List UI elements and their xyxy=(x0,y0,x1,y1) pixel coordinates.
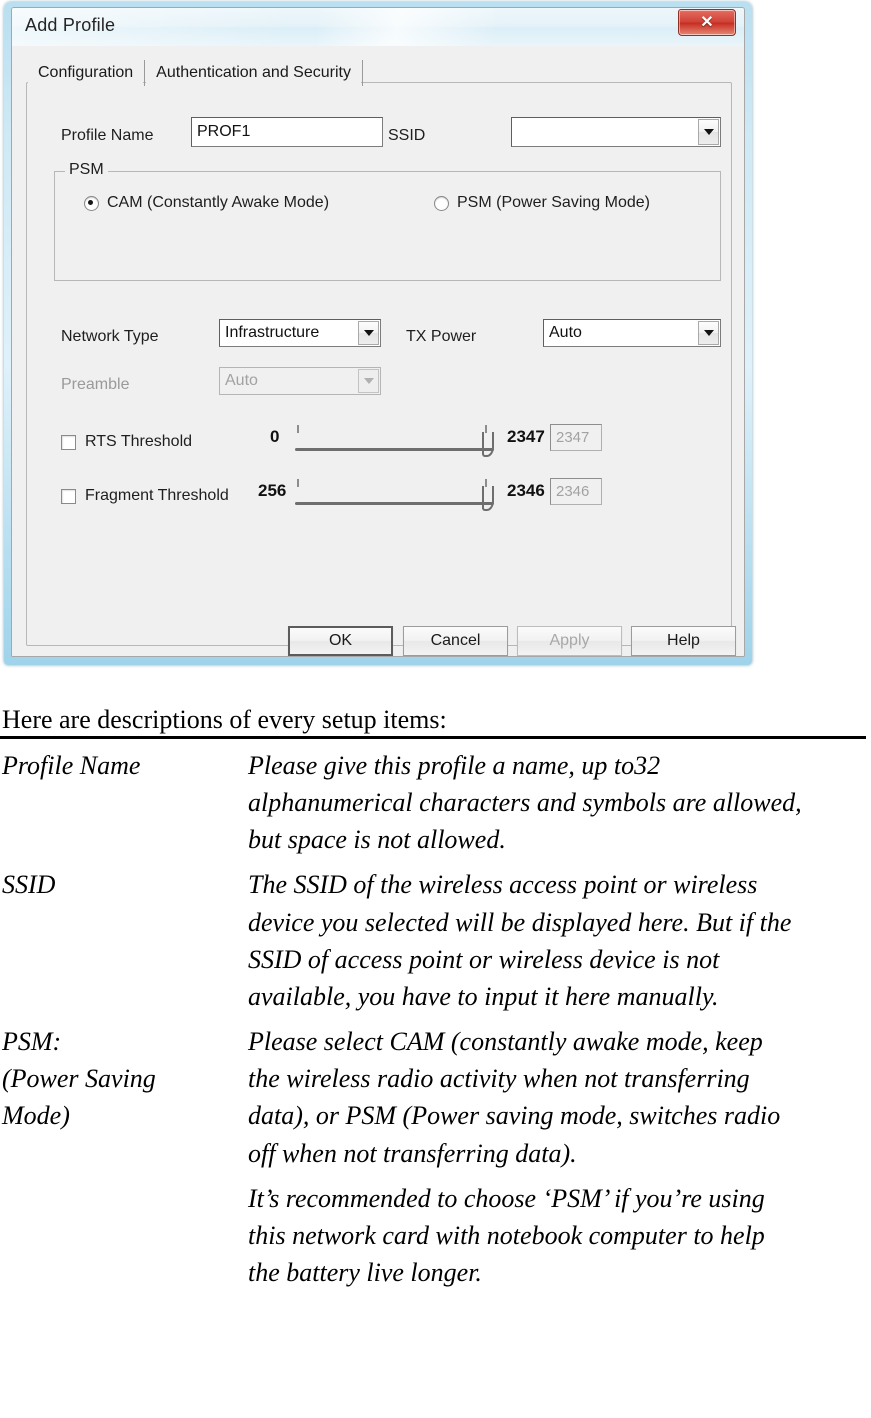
tab-authentication-and-security[interactable]: Authentication and Security xyxy=(146,61,361,88)
description-text-line: but space is not allowed. xyxy=(248,825,506,855)
description-term-line: Profile Name xyxy=(2,750,141,780)
description-term-line: (Power Saving xyxy=(2,1064,156,1094)
cancel-button[interactable]: Cancel xyxy=(403,626,508,656)
slider-tick-left xyxy=(297,479,299,487)
description-text-line: SSID of access point or wireless device … xyxy=(248,944,720,974)
chevron-down-icon[interactable] xyxy=(358,321,379,345)
description-term-line: Mode) xyxy=(2,1101,70,1131)
dialog-client-area: Configuration Authentication and Securit… xyxy=(12,46,744,656)
description-row: PSM: (Power Saving Mode) Please select CAM … xyxy=(0,1023,871,1172)
description-text-line: this network card with notebook computer… xyxy=(248,1220,765,1250)
description-text-line: device you selected will be displayed he… xyxy=(248,907,792,937)
description-text: Please select CAM (constantly awake mode… xyxy=(248,1023,871,1172)
network-type-value: Infrastructure xyxy=(225,324,320,341)
description-term: SSID xyxy=(0,866,248,903)
description-row: Profile Name Please give this profile a n… xyxy=(0,747,871,859)
description-text-line: Please select CAM (constantly awake mode… xyxy=(248,1027,763,1057)
fragment-threshold-slider[interactable] xyxy=(295,477,494,511)
description-text: It’s recommended to choose ‘PSM’ if you’… xyxy=(248,1180,871,1292)
chevron-down-icon[interactable] xyxy=(698,321,719,345)
tab-separator-2 xyxy=(361,60,363,86)
rts-min-value: 0 xyxy=(270,427,280,446)
radio-cam-icon xyxy=(84,195,99,211)
checkbox-icon xyxy=(61,434,76,450)
rts-threshold-label: RTS Threshold xyxy=(85,433,193,450)
slider-thumb[interactable] xyxy=(482,432,494,457)
description-text: The SSID of the wireless access point or… xyxy=(248,866,871,1015)
description-text-line: It’s recommended to choose ‘PSM’ if you’… xyxy=(248,1183,765,1213)
rts-threshold-checkbox[interactable]: RTS Threshold xyxy=(61,433,192,451)
network-type-label: Network Type xyxy=(61,328,159,345)
slider-track xyxy=(295,448,494,451)
title-bar[interactable]: Add Profile ✕ xyxy=(12,8,744,47)
preamble-combobox: Auto xyxy=(219,367,381,395)
chevron-down-icon[interactable] xyxy=(698,119,719,145)
document-body: Here are descriptions of every setup ite… xyxy=(0,705,871,1291)
tab-configuration[interactable]: Configuration xyxy=(28,61,144,88)
rts-max-value: 2347 xyxy=(507,427,545,446)
profile-name-label: Profile Name xyxy=(61,127,154,144)
preamble-value: Auto xyxy=(225,372,258,389)
checkbox-icon xyxy=(61,488,76,504)
close-button[interactable]: ✕ xyxy=(678,9,736,36)
fragment-threshold-label: Fragment Threshold xyxy=(85,487,229,504)
network-type-combobox[interactable]: Infrastructure xyxy=(219,319,381,347)
slider-track xyxy=(295,502,494,505)
description-term: PSM: (Power Saving Mode) xyxy=(0,1023,248,1135)
radio-cam-label: CAM (Constantly Awake Mode) xyxy=(107,194,330,211)
description-term-line: PSM: xyxy=(2,1027,62,1057)
fragment-max-value: 2346 xyxy=(507,481,545,500)
psm-group-label: PSM xyxy=(65,161,108,179)
radio-psm[interactable]: PSM (Power Saving Mode) xyxy=(434,194,650,212)
description-text-line: off when not transferring data). xyxy=(248,1138,577,1168)
slider-thumb[interactable] xyxy=(482,486,494,511)
preamble-label: Preamble xyxy=(61,376,130,393)
fragment-threshold-checkbox[interactable]: Fragment Threshold xyxy=(61,487,229,505)
add-profile-window: Add Profile ✕ Configuration Authenticati… xyxy=(4,2,752,665)
document-heading: Here are descriptions of every setup ite… xyxy=(0,705,866,739)
tx-power-value: Auto xyxy=(549,324,582,341)
fragment-min-value: 256 xyxy=(258,481,287,500)
slider-tick-left xyxy=(297,425,299,433)
ok-button[interactable]: OK xyxy=(288,626,393,656)
description-text-line: data), or PSM (Power saving mode, switch… xyxy=(248,1101,781,1131)
description-term-line: SSID xyxy=(2,870,56,900)
radio-cam[interactable]: CAM (Constantly Awake Mode) xyxy=(84,194,329,212)
radio-psm-label: PSM (Power Saving Mode) xyxy=(457,194,650,211)
description-row: It’s recommended to choose ‘PSM’ if you’… xyxy=(0,1180,871,1292)
description-list: Profile Name Please give this profile a n… xyxy=(0,747,871,1291)
radio-psm-icon xyxy=(434,195,449,211)
description-text-line: Please give this profile a name, up to32 xyxy=(248,750,661,780)
description-term: Profile Name xyxy=(0,747,248,784)
description-text-line: alphanumerical characters and symbols ar… xyxy=(248,788,802,818)
fragment-threshold-input[interactable]: 2346 xyxy=(550,478,602,505)
help-button[interactable]: Help xyxy=(631,626,736,656)
apply-button: Apply xyxy=(517,626,622,656)
tab-separator-1 xyxy=(144,60,146,86)
description-text-line: the battery live longer. xyxy=(248,1258,482,1288)
ssid-combobox[interactable] xyxy=(511,117,721,147)
description-text-line: the wireless radio activity when not tra… xyxy=(248,1064,750,1094)
ssid-label: SSID xyxy=(388,127,426,144)
psm-groupbox: PSM CAM (Constantly Awake Mode) PSM (Pow… xyxy=(54,161,721,281)
description-text: Please give this profile a name, up to32… xyxy=(248,747,871,859)
tx-power-label: TX Power xyxy=(406,328,477,345)
rts-threshold-input[interactable]: 2347 xyxy=(550,424,602,451)
close-icon: ✕ xyxy=(700,13,714,31)
rts-threshold-slider[interactable] xyxy=(295,423,494,457)
window-inner: Add Profile ✕ Configuration Authenticati… xyxy=(11,7,745,657)
window-title: Add Profile xyxy=(25,15,116,35)
profile-name-input[interactable]: PROF1 xyxy=(191,117,383,147)
description-row: SSID The SSID of the wireless access poin… xyxy=(0,866,871,1015)
tx-power-combobox[interactable]: Auto xyxy=(543,319,721,347)
description-text-line: The SSID of the wireless access point or… xyxy=(248,870,758,900)
chevron-down-icon xyxy=(358,369,379,393)
tab-strip: Configuration Authentication and Securit… xyxy=(28,58,364,88)
description-text-line: available, you have to input it here man… xyxy=(248,981,719,1011)
configuration-panel: Profile Name PROF1 SSID PSM CAM (Constan… xyxy=(26,82,736,656)
